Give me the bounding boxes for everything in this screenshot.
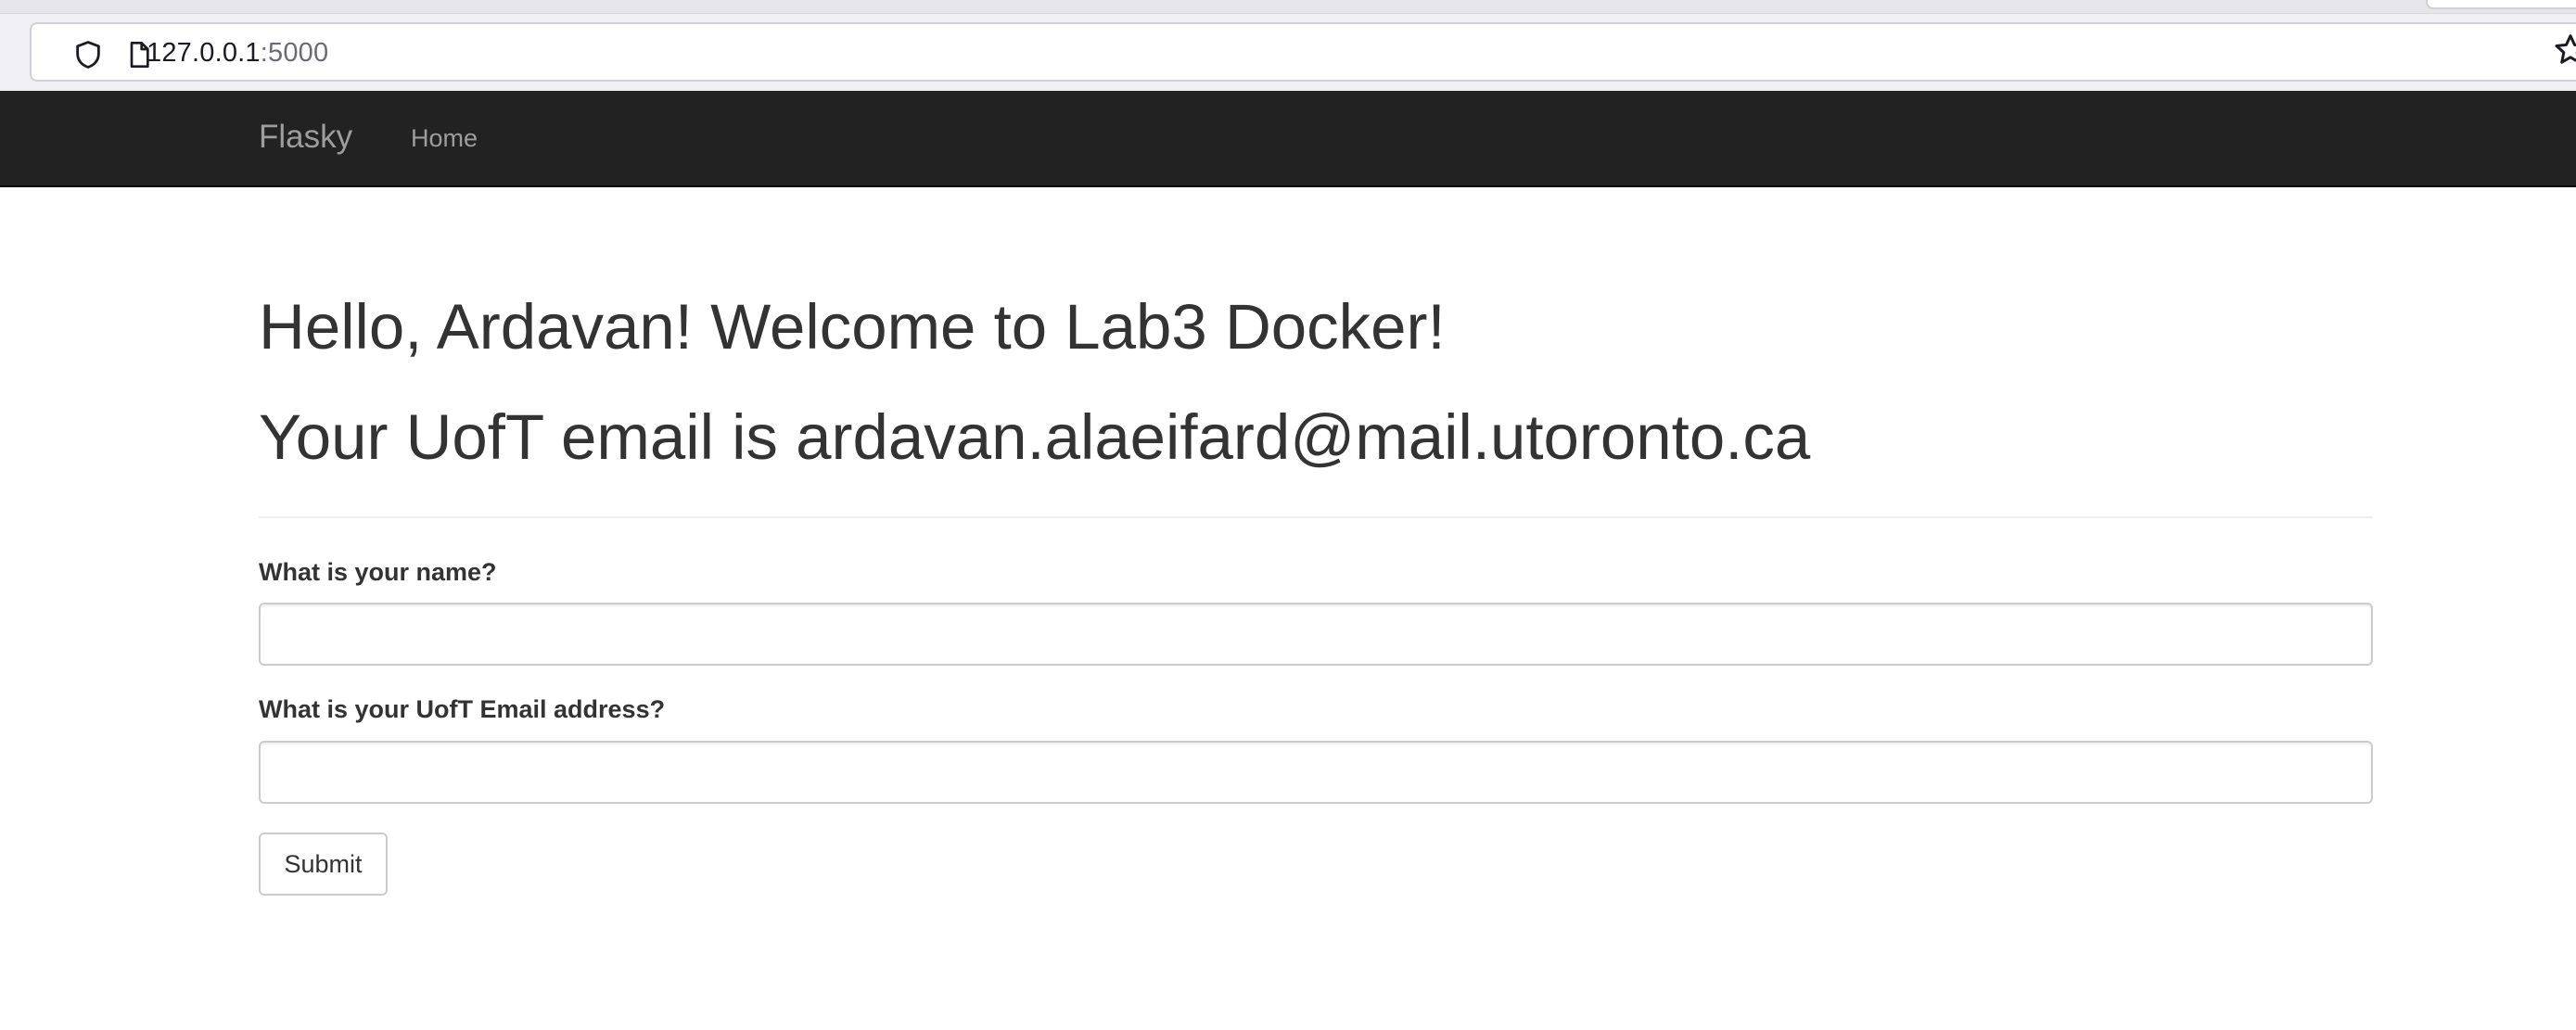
page-header-divider	[259, 516, 2373, 518]
navbar: Flasky Home	[0, 91, 2576, 187]
name-input[interactable]	[259, 603, 2373, 666]
name-label: What is your name?	[259, 558, 497, 586]
email-input[interactable]	[259, 741, 2373, 804]
email-label: What is your UofT Email address?	[259, 695, 666, 723]
browser-toolbar: 127.0.0.1:5000	[0, 0, 2576, 91]
submit-button[interactable]: Submit	[259, 833, 388, 896]
navbar-brand[interactable]: Flasky	[259, 117, 352, 158]
tab-strip	[0, 0, 2576, 14]
url-port: :5000	[260, 38, 329, 68]
address-bar[interactable]: 127.0.0.1:5000	[30, 22, 2576, 82]
greeting-heading: Hello, Ardavan! Welcome to Lab3 Docker!	[259, 291, 1446, 362]
nav-item-home[interactable]: Home	[411, 122, 478, 154]
url-host: 127.0.0.1	[147, 38, 261, 68]
email-heading: Your UofT email is ardavan.alaeifard@mai…	[259, 401, 1811, 473]
url-text[interactable]: 127.0.0.1:5000	[147, 37, 328, 69]
tab-edge[interactable]	[2426, 0, 2576, 9]
shield-icon[interactable]	[72, 39, 104, 70]
bookmark-star-icon[interactable]	[2552, 32, 2576, 69]
